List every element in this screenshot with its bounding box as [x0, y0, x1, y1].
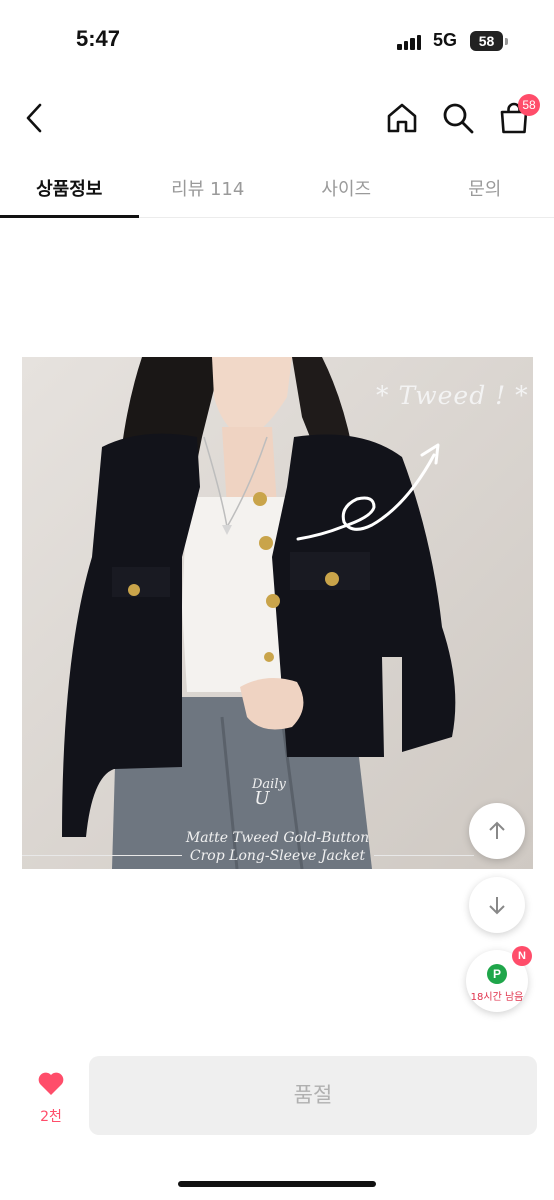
home-icon — [387, 103, 417, 133]
arrow-down-icon — [489, 897, 505, 915]
brand-logo: Daily U — [252, 777, 286, 809]
status-time: 5:47 — [76, 26, 121, 51]
back-button[interactable] — [10, 90, 58, 146]
points-button[interactable]: P 18시간 남음 N — [466, 946, 532, 1012]
caption-line-1: Matte Tweed Gold-Button — [185, 830, 370, 846]
points-icon: P — [487, 964, 507, 984]
home-button[interactable] — [378, 90, 426, 146]
caption-rule-left — [22, 855, 182, 856]
product-image: * Tweed ! * Daily U Matte Tweed Gold-But… — [22, 357, 533, 869]
top-nav: 58 — [0, 90, 554, 150]
cart-button[interactable]: 58 — [490, 90, 540, 146]
chevron-left-icon — [26, 103, 42, 133]
search-button[interactable] — [434, 90, 482, 146]
caption-line-2: Crop Long-Sleeve Jacket — [189, 848, 366, 864]
like-count: 2천 — [40, 1109, 62, 1125]
status-bar: 5:47 5G 58 — [0, 0, 554, 80]
tweed-overlay-text: * Tweed ! * — [376, 381, 529, 410]
heart-icon — [38, 1072, 64, 1095]
cart-count-badge: 58 — [518, 94, 540, 116]
scroll-up-button[interactable] — [469, 803, 525, 859]
network-label: 5G — [433, 30, 458, 50]
signal-icon — [397, 34, 423, 50]
points-remaining-text: 18시간 남음 — [470, 992, 524, 1003]
like-button[interactable]: 2천 — [22, 1070, 80, 1126]
search-icon — [443, 103, 474, 134]
product-caption: Matte Tweed Gold-Button Crop Long-Sleeve… — [22, 829, 533, 865]
arrow-up-icon — [489, 821, 505, 839]
new-badge: N — [512, 946, 532, 966]
scroll-down-button[interactable] — [469, 877, 525, 933]
tab-inquiry[interactable]: 문의 — [416, 158, 554, 217]
home-indicator — [178, 1181, 376, 1187]
caption-rule-right — [374, 855, 474, 856]
tab-product-info[interactable]: 상품정보 — [0, 158, 139, 218]
tab-size[interactable]: 사이즈 — [277, 158, 416, 217]
battery-icon: 58 — [470, 31, 508, 51]
product-tabs: 상품정보 리뷰 114 사이즈 문의 — [0, 158, 554, 218]
tab-reviews[interactable]: 리뷰 114 — [139, 158, 278, 217]
buy-button[interactable]: 품절 — [89, 1056, 537, 1135]
battery-level: 58 — [470, 31, 503, 51]
